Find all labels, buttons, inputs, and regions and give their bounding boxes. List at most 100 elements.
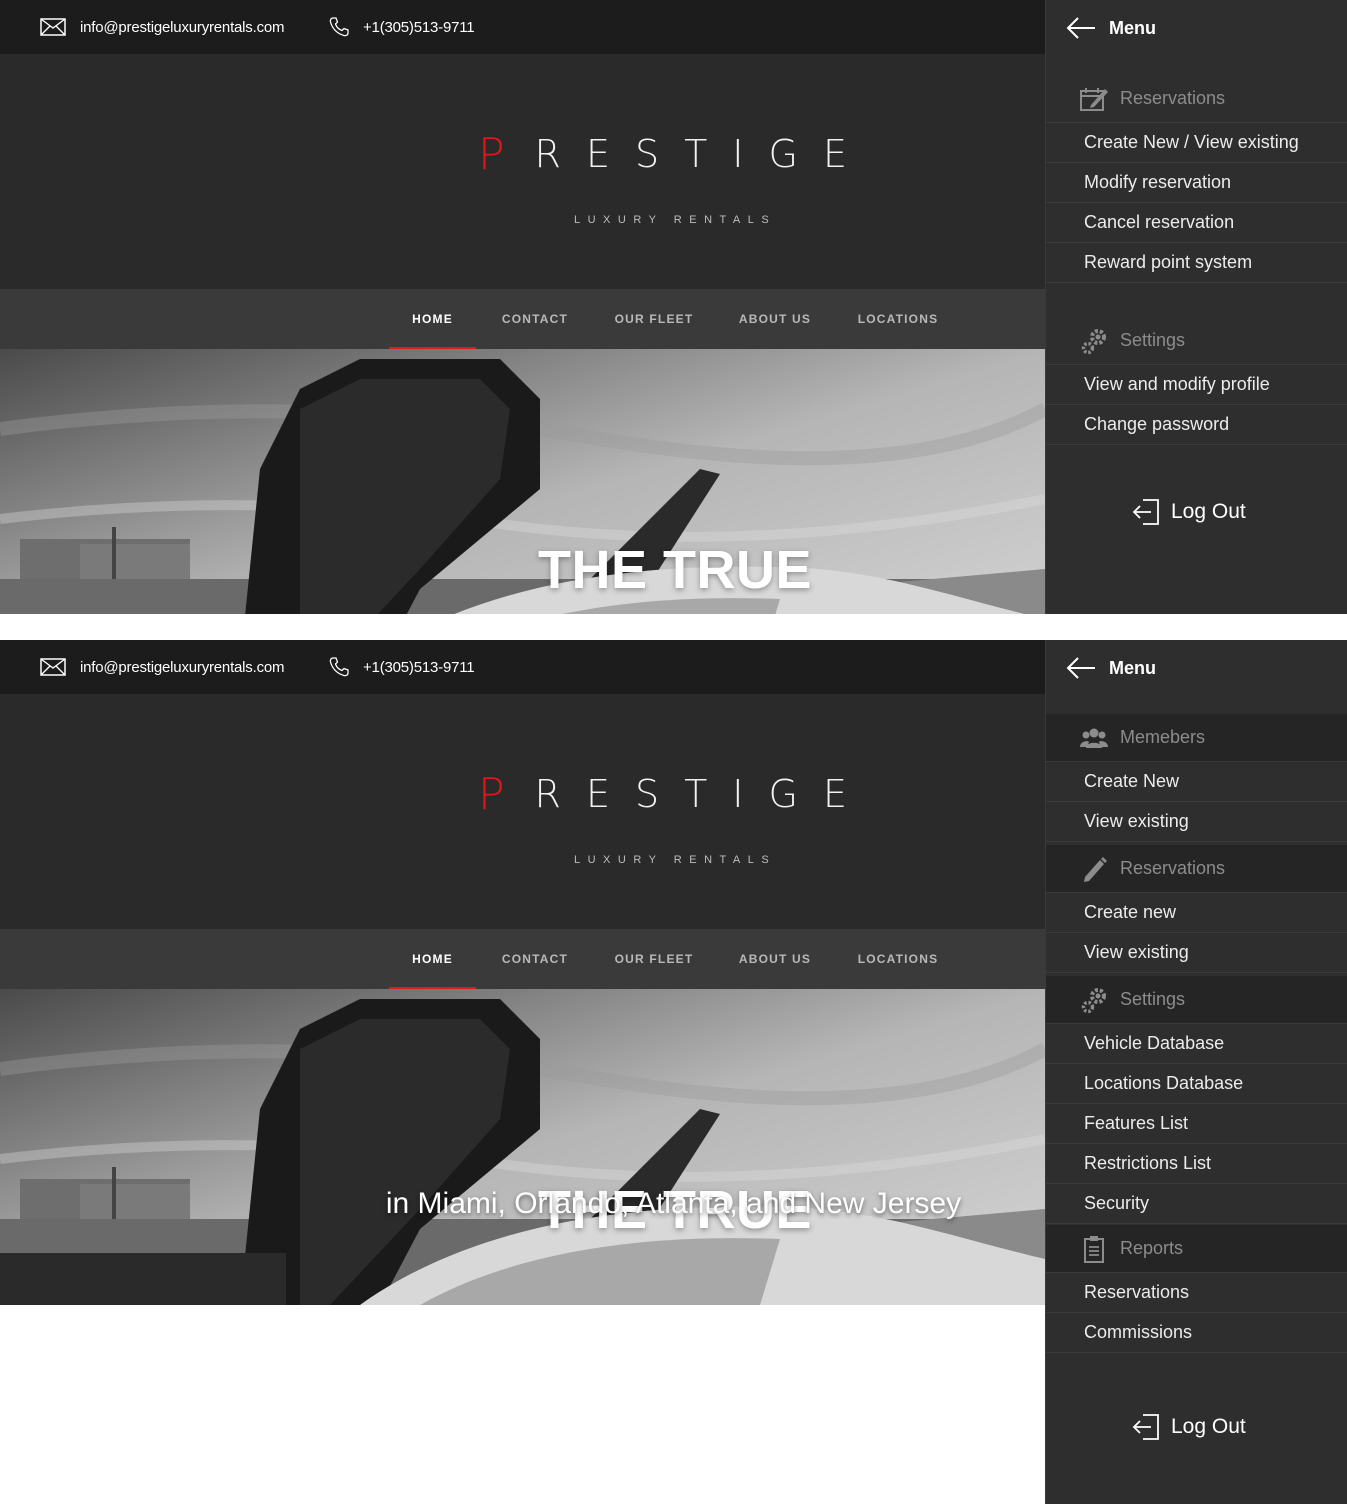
menu-title: Menu [1109, 658, 1156, 678]
hero-subtitle: in Miami, Orlando, Atlanta, and New Jers… [385, 1187, 962, 1220]
side-menu: Menu Reservations Create New / View exis… [1045, 0, 1347, 614]
menu-item-label: View existing [1084, 942, 1189, 962]
menu-item-label: View and modify profile [1084, 374, 1270, 394]
brand-logo[interactable]: P RESTIGE LUXURY RENTALS [0, 54, 1045, 289]
section-reservations: Reservations [1046, 75, 1347, 123]
menu-item-reservations-view[interactable]: View existing [1046, 933, 1347, 973]
menu-item-label: Reward point system [1084, 252, 1253, 272]
nav-contact[interactable]: CONTACT [486, 289, 584, 349]
phone-link[interactable]: +1(305)513-9711 [329, 640, 475, 694]
logout-button[interactable]: Log Out [1131, 492, 1271, 532]
menu-item-reservations-create[interactable]: Create new [1046, 893, 1347, 933]
menu-item-report-commissions[interactable]: Commissions [1046, 1313, 1347, 1353]
menu-item-features-list[interactable]: Features List [1046, 1104, 1347, 1144]
menu-item-report-reservations[interactable]: Reservations [1046, 1273, 1347, 1313]
screen-admin-menu: info@prestigeluxuryrentals.com +1(305)51… [0, 640, 1347, 1504]
section-reports: Reports [1046, 1225, 1347, 1273]
main-nav: HOME CONTACT OUR FLEET ABOUT US LOCATION… [0, 929, 1045, 989]
pencil-icon [1084, 857, 1107, 882]
menu-item-reward-points[interactable]: Reward point system [1046, 243, 1347, 283]
screen-member-menu: info@prestigeluxuryrentals.com +1(305)51… [0, 0, 1347, 614]
section-label: Reports [1120, 1238, 1184, 1258]
website-page: info@prestigeluxuryrentals.com +1(305)51… [0, 0, 1045, 614]
logout-icon [1132, 1414, 1159, 1440]
nav-locations[interactable]: LOCATIONS [846, 289, 950, 349]
menu-item-label: Vehicle Database [1084, 1033, 1225, 1053]
menu-item-label: Create new [1084, 902, 1177, 922]
nav-home[interactable]: HOME [389, 929, 476, 989]
logo-tagline: LUXURY RENTALS [574, 854, 777, 866]
back-arrow-icon[interactable] [1066, 16, 1096, 40]
section-label: Reservations [1120, 88, 1226, 108]
menu-item-modify-reservation[interactable]: Modify reservation [1046, 163, 1347, 203]
clipboard-icon [1084, 1236, 1104, 1263]
menu-item-label: Restrictions List [1084, 1153, 1212, 1173]
back-arrow-icon[interactable] [1066, 656, 1096, 680]
logo-wordmark: RESTIGE [534, 132, 872, 176]
menu-item-label: View existing [1084, 811, 1189, 831]
menu-item-label: Reservations [1084, 1282, 1190, 1302]
email-text: info@prestigeluxuryrentals.com [80, 658, 285, 676]
menu-item-label: Create New [1084, 771, 1180, 791]
section-reservations: Reservations [1046, 845, 1347, 893]
logout-label: Log Out [1171, 500, 1246, 523]
menu-title: Menu [1109, 18, 1156, 38]
envelope-icon [40, 18, 66, 36]
menu-item-cancel-reservation[interactable]: Cancel reservation [1046, 203, 1347, 243]
nav-contact[interactable]: CONTACT [486, 929, 584, 989]
phone-icon [329, 657, 349, 677]
nav-about-us[interactable]: ABOUT US [725, 289, 825, 349]
email-text: info@prestigeluxuryrentals.com [80, 18, 285, 36]
menu-item-label: Modify reservation [1084, 172, 1232, 192]
logout-button[interactable]: Log Out [1131, 1407, 1271, 1447]
section-label: Settings [1120, 330, 1186, 350]
phone-icon [329, 17, 349, 37]
nav-about-us[interactable]: ABOUT US [725, 929, 825, 989]
menu-item-create-view[interactable]: Create New / View existing [1046, 123, 1347, 163]
hero-dark-strip [0, 1253, 286, 1305]
menu-item-restrictions-list[interactable]: Restrictions List [1046, 1144, 1347, 1184]
gears-icon [1081, 988, 1106, 1014]
main-nav: HOME CONTACT OUR FLEET ABOUT US LOCATION… [0, 289, 1045, 349]
email-link[interactable]: info@prestigeluxuryrentals.com [40, 0, 285, 54]
website-page: info@prestigeluxuryrentals.com +1(305)51… [0, 640, 1045, 1305]
menu-item-members-create[interactable]: Create New [1046, 762, 1347, 802]
menu-item-vehicle-database[interactable]: Vehicle Database [1046, 1024, 1347, 1064]
logo-wordmark: RESTIGE [534, 772, 872, 816]
menu-item-change-password[interactable]: Change password [1046, 405, 1347, 445]
section-settings: Settings [1046, 976, 1347, 1024]
gears-icon [1081, 329, 1106, 355]
menu-item-label: Cancel reservation [1084, 212, 1235, 232]
menu-item-label: Commissions [1084, 1322, 1193, 1342]
menu-item-members-view[interactable]: View existing [1046, 802, 1347, 842]
logout-label: Log Out [1171, 1415, 1246, 1438]
menu-header[interactable]: Menu [1046, 640, 1347, 698]
section-members: Memebers [1046, 714, 1347, 762]
phone-text: +1(305)513-9711 [363, 18, 475, 36]
logo-tagline: LUXURY RENTALS [574, 214, 777, 226]
menu-item-label: Security [1084, 1193, 1150, 1213]
nav-locations[interactable]: LOCATIONS [846, 929, 950, 989]
menu-header[interactable]: Menu [1046, 0, 1347, 58]
menu-item-view-profile[interactable]: View and modify profile [1046, 365, 1347, 405]
menu-item-locations-database[interactable]: Locations Database [1046, 1064, 1347, 1104]
email-link[interactable]: info@prestigeluxuryrentals.com [40, 640, 285, 694]
phone-link[interactable]: +1(305)513-9711 [329, 0, 475, 54]
brand-logo[interactable]: P RESTIGE LUXURY RENTALS [0, 694, 1045, 929]
nav-home[interactable]: HOME [389, 289, 476, 349]
hero-title: THE TRUE [538, 540, 812, 600]
nav-our-fleet[interactable]: OUR FLEET [604, 289, 704, 349]
users-icon [1080, 728, 1108, 748]
top-contact-bar: info@prestigeluxuryrentals.com +1(305)51… [0, 0, 1045, 54]
section-label: Settings [1120, 989, 1186, 1009]
menu-item-label: Locations Database [1084, 1073, 1244, 1093]
top-contact-bar: info@prestigeluxuryrentals.com +1(305)51… [0, 640, 1045, 694]
section-label: Memebers [1120, 727, 1206, 747]
logo-letter-p: P [478, 768, 505, 820]
menu-item-security[interactable]: Security [1046, 1184, 1347, 1224]
phone-text: +1(305)513-9711 [363, 658, 475, 676]
section-label: Reservations [1120, 858, 1226, 878]
hero-banner: THE TRUE [0, 349, 1045, 614]
menu-item-label: Change password [1084, 414, 1230, 434]
nav-our-fleet[interactable]: OUR FLEET [604, 929, 704, 989]
